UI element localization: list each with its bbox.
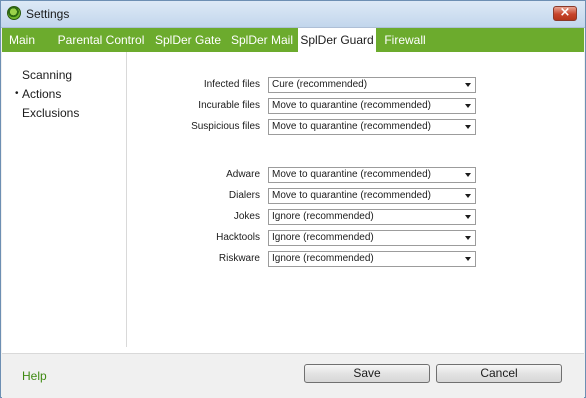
tab-spider-guard[interactable]: SplDer Guard xyxy=(298,28,376,53)
settings-window: Settings × Main Parental Control SplDer … xyxy=(0,0,586,398)
sidebar-nav: Scanning • Actions Exclusions xyxy=(2,52,127,347)
tab-spider-gate[interactable]: SplDer Gate xyxy=(152,28,224,52)
riskware-select[interactable]: Ignore (recommended) xyxy=(268,251,476,267)
chevron-down-icon xyxy=(465,194,471,198)
suspicious-files-select[interactable]: Move to quarantine (recommended) xyxy=(268,119,476,135)
tab-parental-control[interactable]: Parental Control xyxy=(50,28,152,52)
suspicious-files-value: Move to quarantine (recommended) xyxy=(272,121,431,132)
adware-select[interactable]: Move to quarantine (recommended) xyxy=(268,167,476,183)
adware-value: Move to quarantine (recommended) xyxy=(272,169,431,180)
sidebar-item-exclusions[interactable]: Exclusions xyxy=(22,106,79,120)
dialers-label: Dialers xyxy=(228,190,260,201)
riskware-value: Ignore (recommended) xyxy=(272,253,374,264)
chevron-down-icon xyxy=(465,125,471,129)
chevron-down-icon xyxy=(465,83,471,87)
hacktools-label: Hacktools xyxy=(216,232,260,243)
help-link[interactable]: Help xyxy=(22,369,47,383)
incurable-files-label: Incurable files xyxy=(198,100,260,111)
footer-bar: Help Save Cancel xyxy=(2,353,584,398)
title-bar: Settings × xyxy=(1,1,585,28)
settings-content: Scanning • Actions Exclusions Infected f… xyxy=(2,52,584,353)
tab-firewall[interactable]: Firewall xyxy=(376,28,434,52)
hacktools-value: Ignore (recommended) xyxy=(272,232,374,243)
infected-files-value: Cure (recommended) xyxy=(272,79,368,90)
suspicious-files-label: Suspicious files xyxy=(191,121,260,132)
infected-files-select[interactable]: Cure (recommended) xyxy=(268,77,476,93)
chevron-down-icon xyxy=(465,173,471,177)
cancel-button[interactable]: Cancel xyxy=(436,364,562,383)
jokes-value: Ignore (recommended) xyxy=(272,211,374,222)
close-icon: × xyxy=(559,5,571,20)
incurable-files-select[interactable]: Move to quarantine (recommended) xyxy=(268,98,476,114)
sidebar-item-scanning[interactable]: Scanning xyxy=(22,68,72,82)
tab-main[interactable]: Main xyxy=(2,28,42,52)
adware-label: Adware xyxy=(226,169,260,180)
sidebar-item-actions[interactable]: Actions xyxy=(22,87,61,101)
close-button[interactable]: × xyxy=(553,5,577,21)
tab-bar: Main Parental Control SplDer Gate SplDer… xyxy=(2,28,584,53)
chevron-down-icon xyxy=(465,104,471,108)
chevron-down-icon xyxy=(465,236,471,240)
hacktools-select[interactable]: Ignore (recommended) xyxy=(268,230,476,246)
riskware-label: Riskware xyxy=(218,253,260,264)
tab-spider-mail[interactable]: SplDer Mail xyxy=(226,28,298,52)
spider-app-icon xyxy=(7,6,21,20)
save-button[interactable]: Save xyxy=(304,364,430,383)
selected-bullet: • xyxy=(15,88,19,99)
dialers-select[interactable]: Move to quarantine (recommended) xyxy=(268,188,476,204)
jokes-select[interactable]: Ignore (recommended) xyxy=(268,209,476,225)
window-title: Settings xyxy=(26,7,70,21)
dialers-value: Move to quarantine (recommended) xyxy=(272,190,431,201)
incurable-files-value: Move to quarantine (recommended) xyxy=(272,100,431,111)
chevron-down-icon xyxy=(465,257,471,261)
infected-files-label: Infected files xyxy=(203,79,260,90)
jokes-label: Jokes xyxy=(233,211,260,222)
chevron-down-icon xyxy=(465,215,471,219)
